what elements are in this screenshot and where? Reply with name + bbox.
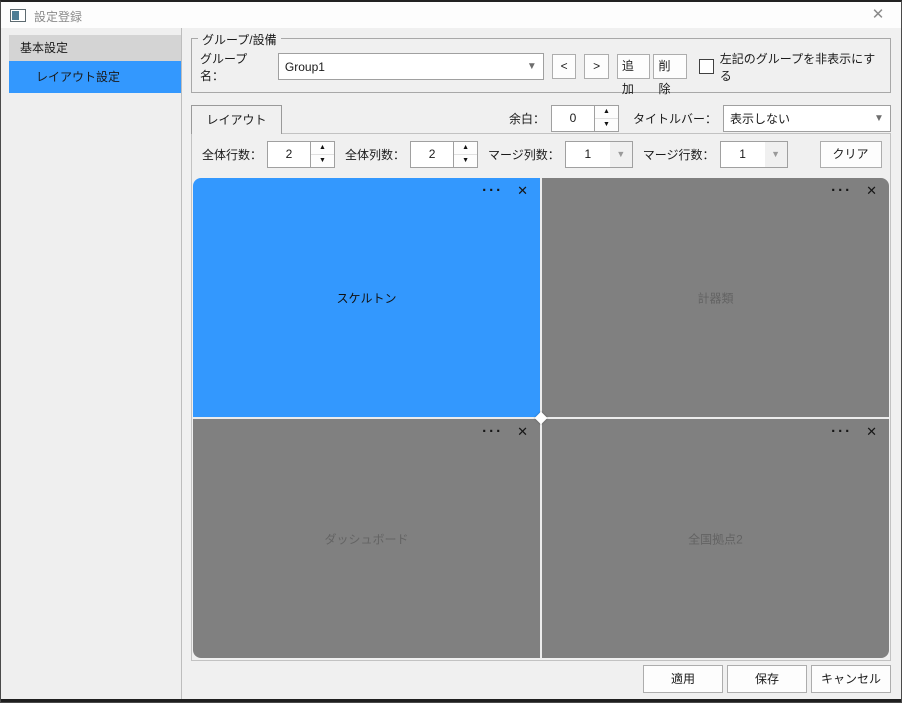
titlebar-value: 表示しない bbox=[730, 111, 791, 126]
sidebar-item-label: レイアウト設定 bbox=[36, 70, 121, 84]
sidebar-item-layout-settings[interactable]: レイアウト設定 bbox=[9, 61, 181, 93]
panel-close-icon[interactable]: ✕ bbox=[866, 423, 877, 441]
prev-group-button[interactable]: < bbox=[551, 54, 577, 79]
grid-panel-skeleton[interactable]: ··· ✕ スケルトン bbox=[193, 178, 540, 417]
spinner-up-icon[interactable]: ▲ bbox=[311, 142, 335, 155]
panel-label: 全国拠点2 bbox=[688, 532, 743, 546]
app-icon bbox=[10, 9, 26, 22]
merge-rows-value: 1 bbox=[739, 147, 746, 161]
panel-close-icon[interactable]: ✕ bbox=[517, 423, 528, 441]
total-cols-spinner[interactable]: 2 ▲ ▼ bbox=[410, 140, 479, 168]
spinner-up-icon[interactable]: ▲ bbox=[594, 106, 618, 119]
spinner-up-icon[interactable]: ▲ bbox=[454, 142, 478, 155]
main-content: グループ/設備 グループ名： Group1 ▼ < > 追加 削除 左記のグルー… bbox=[182, 28, 900, 699]
panel-icons: ··· ✕ bbox=[831, 182, 877, 200]
spinner-arrows: ▲ ▼ bbox=[593, 105, 618, 131]
next-group-button[interactable]: > bbox=[584, 54, 609, 79]
spinner-down-icon[interactable]: ▼ bbox=[311, 155, 334, 167]
chevron-down-icon[interactable]: ▼ bbox=[609, 141, 632, 167]
panel-label: ダッシュボード bbox=[324, 532, 409, 546]
footer-button-row: 適用 保存 キャンセル bbox=[639, 665, 891, 693]
total-rows-value: 2 bbox=[285, 146, 293, 161]
window-title: 設定登録 bbox=[34, 10, 83, 24]
save-button[interactable]: 保存 bbox=[727, 665, 807, 693]
hide-group-checkbox[interactable] bbox=[699, 59, 714, 74]
chevron-down-icon[interactable]: ▼ bbox=[521, 61, 543, 72]
titlebar-combobox[interactable]: 表示しない ▼ bbox=[723, 104, 891, 132]
sidebar-item-basic-settings[interactable]: 基本設定 bbox=[9, 35, 181, 61]
grid-panel-dashboard[interactable]: ··· ✕ ダッシュボード bbox=[193, 419, 540, 658]
panel-label: 計器類 bbox=[697, 291, 734, 305]
settings-sidebar: 基本設定 レイアウト設定 bbox=[1, 28, 182, 699]
screen-edge-strip bbox=[1, 699, 901, 702]
groupbox-legend: グループ/設備 bbox=[198, 31, 281, 48]
panel-close-icon[interactable]: ✕ bbox=[517, 182, 528, 200]
panel-icons: ··· ✕ bbox=[482, 423, 528, 441]
group-equipment-groupbox: グループ/設備 グループ名： Group1 ▼ < > 追加 削除 左記のグルー… bbox=[191, 31, 891, 97]
group-name-combobox[interactable]: Group1 ▼ bbox=[277, 53, 544, 80]
total-rows-spinner[interactable]: 2 ▲ ▼ bbox=[267, 140, 336, 168]
total-cols-label: 全体列数： bbox=[345, 147, 406, 162]
total-cols-value: 2 bbox=[428, 146, 436, 161]
window-titlebar: 設定登録 ✕ bbox=[1, 2, 901, 28]
group-name-label: グループ名： bbox=[200, 51, 248, 83]
merge-rows-label: マージ行数： bbox=[642, 147, 715, 162]
spinner-down-icon[interactable]: ▼ bbox=[454, 155, 477, 167]
spinner-arrows: ▲ ▼ bbox=[453, 141, 478, 167]
panel-menu-icon[interactable]: ··· bbox=[831, 423, 852, 441]
merge-cols-combobox[interactable]: 1 ▼ bbox=[564, 140, 633, 168]
panel-label: スケルトン bbox=[336, 291, 397, 305]
add-group-button[interactable]: 追加 bbox=[616, 54, 651, 96]
layout-grid: ··· ✕ スケルトン ··· ✕ 計器類 ··· ✕ ダッシュボード ··· … bbox=[193, 178, 889, 658]
chevron-down-icon[interactable]: ▼ bbox=[868, 113, 890, 124]
window-close-icon[interactable]: ✕ bbox=[867, 5, 889, 25]
panel-icons: ··· ✕ bbox=[831, 423, 877, 441]
merge-rows-combobox[interactable]: 1 ▼ bbox=[719, 140, 788, 168]
layout-tabpage: 全体行数： 2 ▲ ▼ 全体列数： 2 ▲ ▼ マージ列数： 1 ▼ マージ行数… bbox=[191, 133, 891, 661]
margin-spinner[interactable]: 0 ▲ ▼ bbox=[550, 104, 619, 132]
groupbox-row: グループ名： Group1 ▼ < > 追加 削除 左記のグループを非表示にする bbox=[200, 52, 884, 97]
sidebar-item-label: 基本設定 bbox=[20, 41, 69, 55]
settings-dialog-window: 設定登録 ✕ 基本設定 レイアウト設定 グループ/設備 グループ名： Group… bbox=[0, 0, 902, 703]
panel-menu-icon[interactable]: ··· bbox=[482, 182, 503, 200]
chevron-down-icon[interactable]: ▼ bbox=[764, 141, 787, 167]
hide-group-checkbox-label: 左記のグループを非表示にする bbox=[719, 51, 876, 83]
apply-button[interactable]: 適用 bbox=[643, 665, 723, 693]
delete-group-button[interactable]: 削除 bbox=[653, 54, 688, 96]
spinner-down-icon[interactable]: ▼ bbox=[595, 119, 618, 131]
panel-menu-icon[interactable]: ··· bbox=[831, 182, 852, 200]
grid-controls-row: 全体行数： 2 ▲ ▼ 全体列数： 2 ▲ ▼ マージ列数： 1 ▼ マージ行数… bbox=[196, 140, 886, 168]
tab-side-controls: 余白： 0 ▲ ▼ タイトルバー： 表示しない ▼ bbox=[509, 104, 891, 132]
titlebar-option-label: タイトルバー： bbox=[632, 111, 717, 126]
panel-close-icon[interactable]: ✕ bbox=[866, 182, 877, 200]
merge-cols-label: マージ列数： bbox=[488, 147, 560, 162]
group-name-value: Group1 bbox=[284, 59, 325, 74]
merge-cols-value: 1 bbox=[584, 147, 592, 161]
clear-button[interactable]: クリア bbox=[819, 140, 882, 168]
grid-panel-national-site2[interactable]: ··· ✕ 全国拠点2 bbox=[542, 419, 889, 658]
cancel-button[interactable]: キャンセル bbox=[811, 665, 891, 693]
margin-value: 0 bbox=[569, 110, 577, 125]
grid-panel-instruments[interactable]: ··· ✕ 計器類 bbox=[542, 178, 889, 417]
spinner-arrows: ▲ ▼ bbox=[310, 141, 335, 167]
margin-label: 余白： bbox=[508, 111, 545, 126]
tab-layout[interactable]: レイアウト bbox=[191, 105, 282, 134]
total-rows-label: 全体行数： bbox=[202, 147, 263, 162]
panel-icons: ··· ✕ bbox=[482, 182, 528, 200]
panel-menu-icon[interactable]: ··· bbox=[482, 423, 503, 441]
